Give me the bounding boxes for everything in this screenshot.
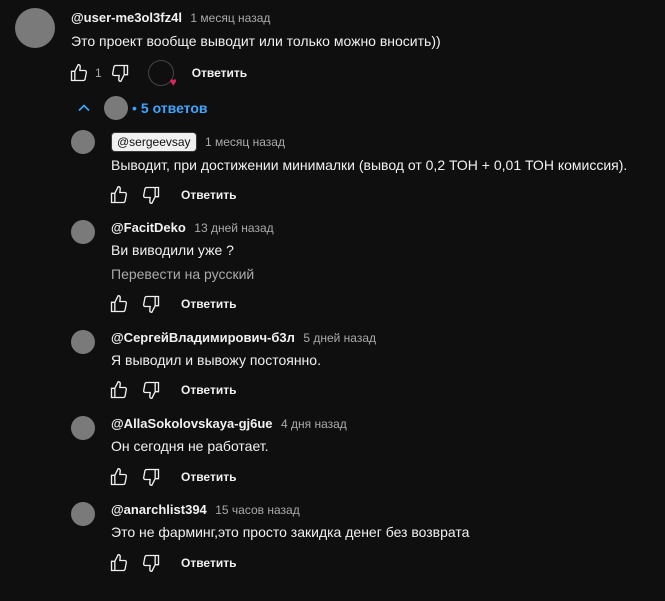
reply-text: Это не фарминг,это просто закидка денег … [111,524,470,540]
reply-text: Он сегодня не работает. [111,438,269,454]
avatar [104,96,128,120]
reply-time[interactable]: 5 дней назад [303,331,376,345]
reply-button[interactable]: Ответить [192,66,247,80]
thumb-down-icon[interactable] [108,61,132,85]
reply-header: @anarchlist394 15 часов назад [111,502,300,518]
reply-header: @СергейВладимирович-б3л 5 дней назад [111,330,376,346]
reply-actions: Ответить [107,292,236,316]
creator-heart: ♥ [147,60,177,89]
reply-actions: Ответить [107,465,236,489]
avatar[interactable] [15,8,55,48]
reply-header: @FacitDeko 13 дней назад [111,220,274,236]
replies-count[interactable]: 5 ответов [141,100,208,116]
reply-header: @sergeevsay 1 месяц назад [111,132,285,152]
reply-author[interactable]: @anarchlist394 [111,502,207,517]
thumb-down-icon[interactable] [139,465,163,489]
separator-dot: • [132,100,137,116]
thumb-up-icon[interactable] [107,183,131,207]
thumb-up-icon[interactable] [107,378,131,402]
reply-text: Выводит, при достижении минималки (вывод… [111,157,628,173]
reply-author[interactable]: @СергейВладимирович-б3л [111,330,295,345]
thumb-down-icon[interactable] [139,292,163,316]
translate-link[interactable]: Перевести на русский [111,266,254,282]
heart-icon: ♥ [169,75,177,89]
thumb-up-icon[interactable] [107,292,131,316]
reply-actions: Ответить [107,551,236,575]
comment-text: Это проект вообще выводит или только мож… [71,33,441,49]
reply-actions: Ответить [107,378,236,402]
reply-header: @AllaSokolovskaya-gj6ue 4 дня назад [111,416,347,432]
reply-author[interactable]: @AllaSokolovskaya-gj6ue [111,416,273,431]
thumb-down-icon[interactable] [139,551,163,575]
thumb-up-icon[interactable] [67,61,91,85]
reply-author[interactable]: @FacitDeko [111,220,186,235]
reply-actions: Ответить [107,183,236,207]
thumb-up-icon[interactable] [107,465,131,489]
thumb-down-icon[interactable] [139,183,163,207]
reply-text: Ви виводили уже ? [111,242,234,258]
reply-time[interactable]: 15 часов назад [215,503,299,517]
reply-button[interactable]: Ответить [181,188,236,202]
chevron-up-icon[interactable] [72,96,96,120]
avatar[interactable] [71,220,95,244]
thumb-up-icon[interactable] [107,551,131,575]
reply-time[interactable]: 13 дней назад [194,221,273,235]
comment-author[interactable]: @user-me3ol3fz4l [71,10,182,25]
reply-button[interactable]: Ответить [181,383,236,397]
comment-time[interactable]: 1 месяц назад [190,11,270,25]
reply-button[interactable]: Ответить [181,470,236,484]
avatar[interactable] [71,416,95,440]
like-count: 1 [95,66,102,80]
comment-actions: 1 ♥ Ответить [67,60,247,89]
reply-button[interactable]: Ответить [181,556,236,570]
reply-button[interactable]: Ответить [181,297,236,311]
author-badge[interactable]: @sergeevsay [111,132,197,152]
avatar[interactable] [71,130,95,154]
avatar[interactable] [71,502,95,526]
avatar[interactable] [71,330,95,354]
comment-header: @user-me3ol3fz4l 1 месяц назад [71,10,270,26]
replies-toggle[interactable]: • 5 ответов [72,96,208,120]
reply-text: Я выводил и вывожу постоянно. [111,352,321,368]
reply-time[interactable]: 4 дня назад [281,417,347,431]
reply-time[interactable]: 1 месяц назад [205,135,285,149]
thumb-down-icon[interactable] [139,378,163,402]
